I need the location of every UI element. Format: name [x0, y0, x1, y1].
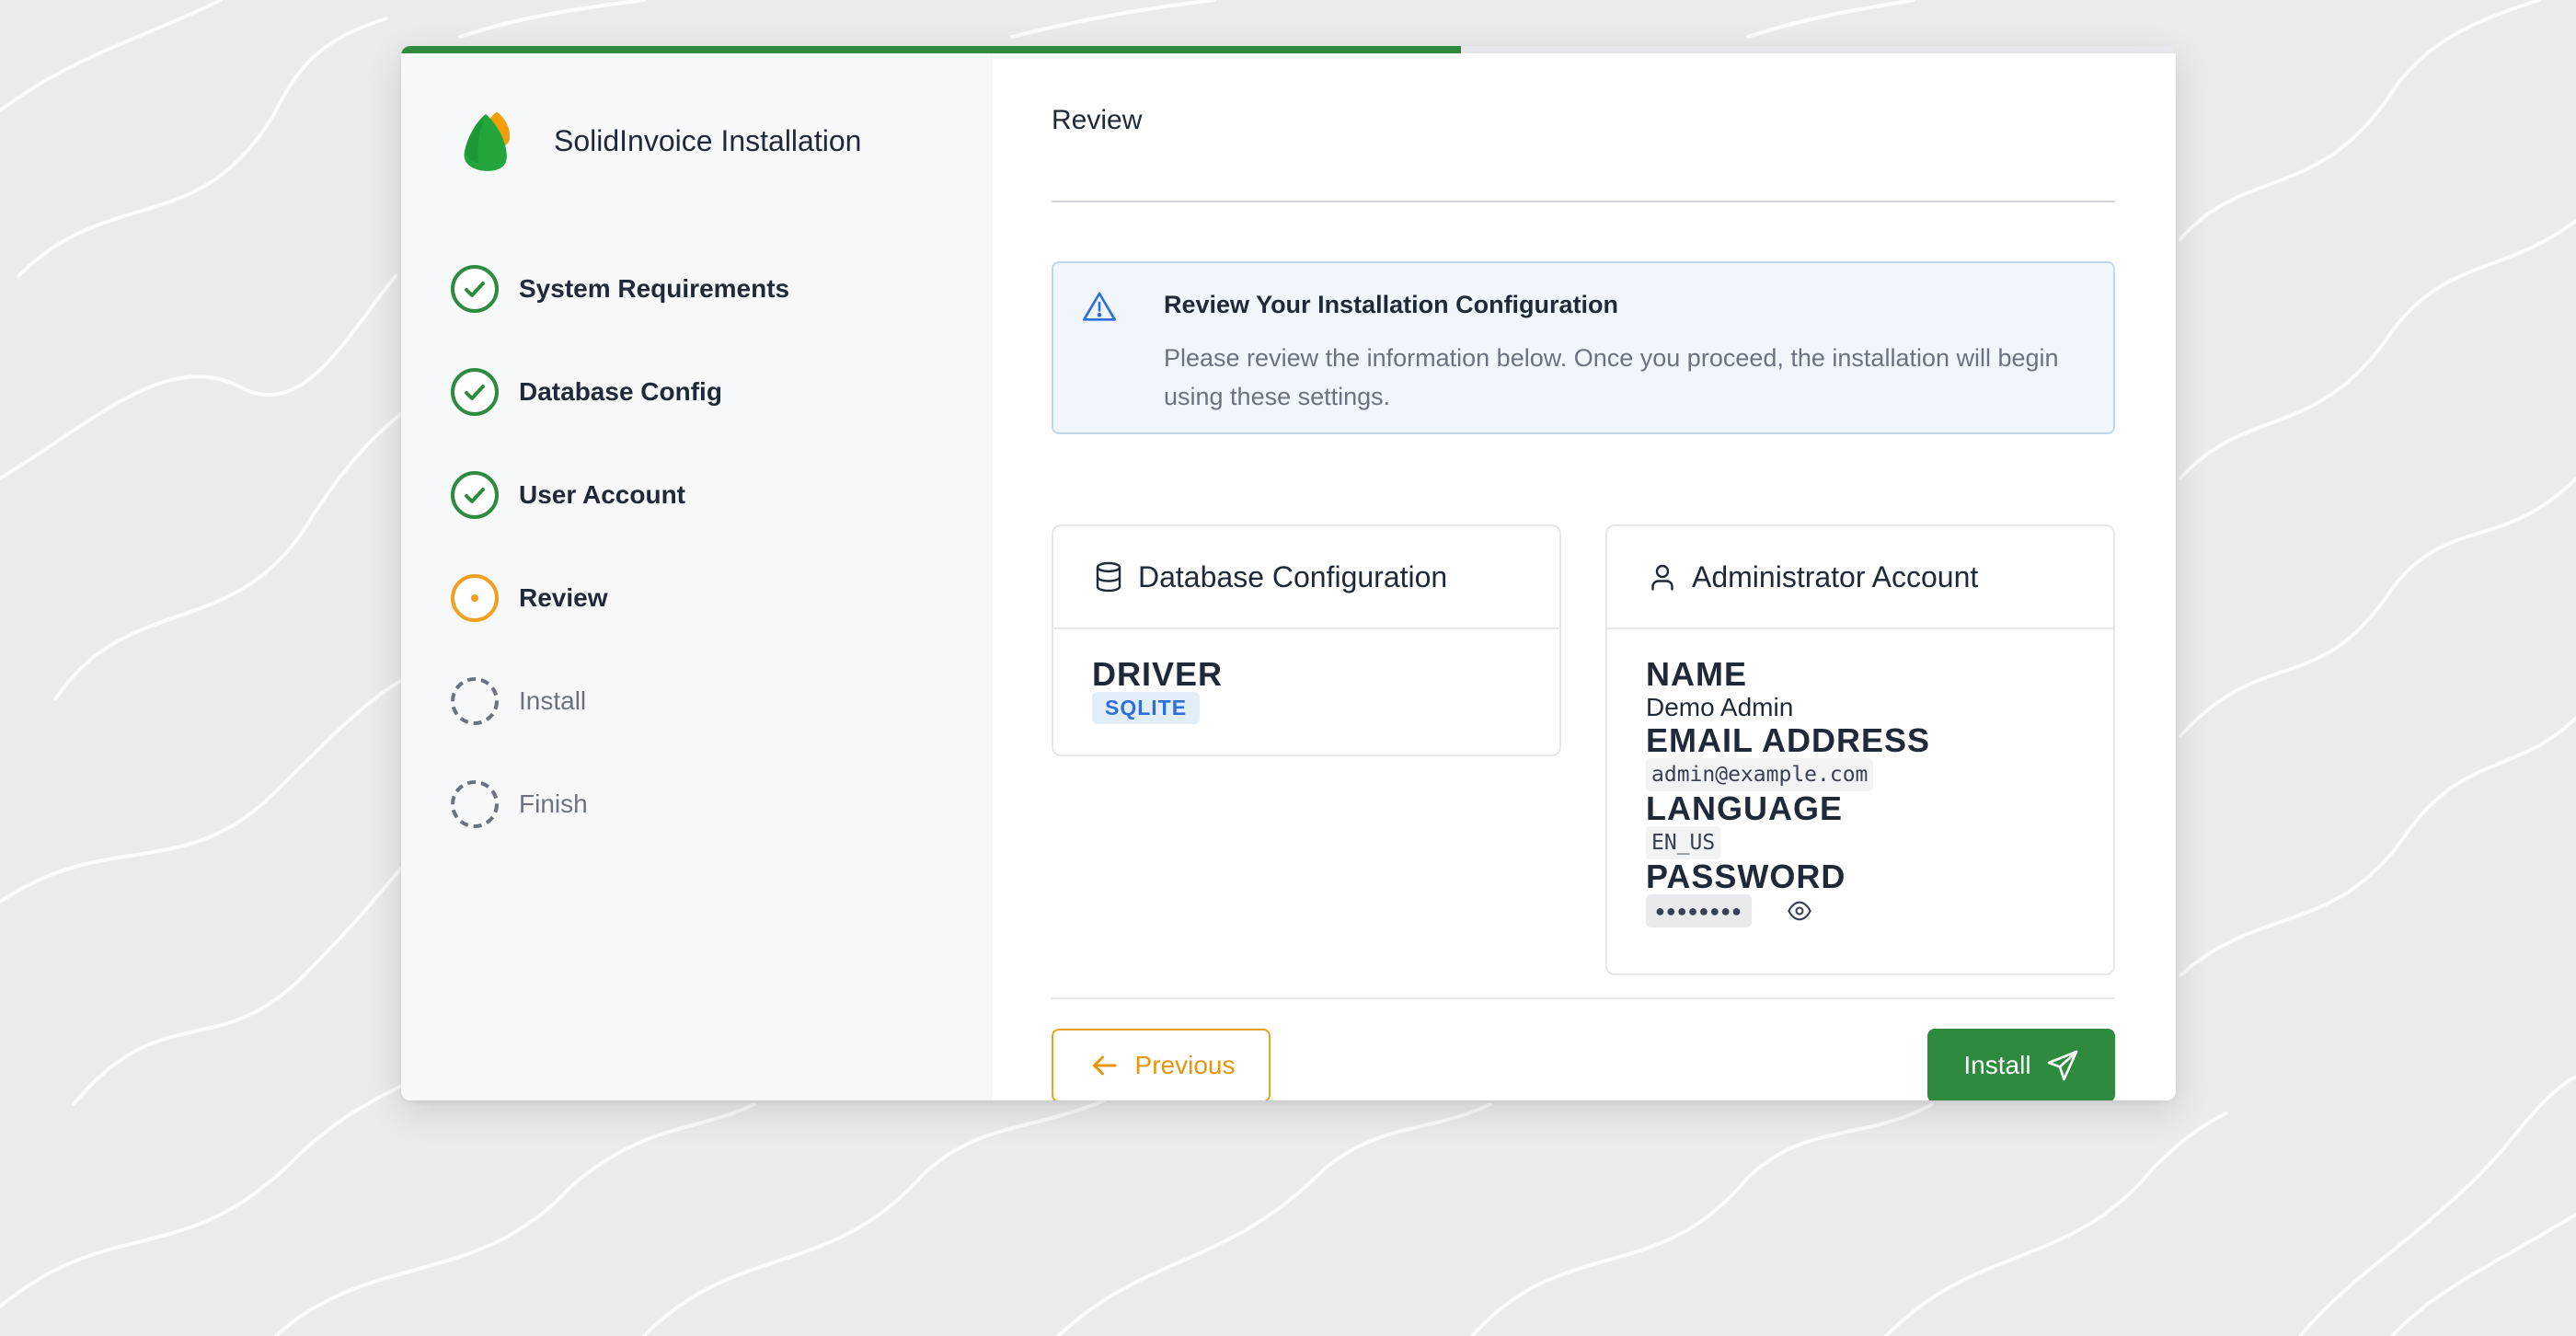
sidebar: SolidInvoice Installation System Require…: [401, 53, 993, 1100]
name-label: NAME: [1646, 655, 1747, 693]
password-value: ●●●●●●●●: [1646, 894, 1752, 927]
panel-body: NAME Demo Admin EMAIL ADDRESS admin@exam…: [1607, 629, 2113, 955]
installer-card: SolidInvoice Installation System Require…: [401, 46, 2176, 1100]
panel-title: Database Configuration: [1138, 559, 1448, 593]
send-icon: [2047, 1050, 2077, 1081]
dashed-circle-icon: [451, 677, 499, 725]
step-finish: Finish: [449, 778, 789, 830]
page-title: Review: [1052, 105, 1143, 135]
step-label: Finish: [519, 789, 588, 818]
alert-body: Please review the information below. Onc…: [1164, 344, 2059, 410]
user-icon: [1651, 564, 1673, 591]
step-label: User Account: [519, 480, 686, 509]
step-list: System Requirements Database Config User A…: [449, 263, 789, 881]
password-label: PASSWORD: [1646, 858, 1846, 895]
panel-title: Administrator Account: [1692, 559, 1979, 593]
step-label: Review: [519, 583, 608, 612]
name-value: Demo Admin: [1646, 693, 1794, 721]
panel-header: Administrator Account: [1607, 526, 2113, 629]
database-icon: [1096, 561, 1121, 593]
warning-triangle-icon: [1083, 292, 1116, 321]
show-password-button[interactable]: [1783, 894, 1816, 927]
check-circle-icon: [451, 471, 499, 519]
progress-fill: [401, 46, 1461, 53]
language-value: EN_US: [1646, 826, 1721, 859]
step-user-account: User Account: [449, 469, 789, 521]
review-alert: Review Your Installation Configuration P…: [1052, 261, 2115, 434]
install-label: Install: [1963, 1051, 2031, 1079]
database-configuration-panel: Database Configuration DRIVER SQLITE: [1052, 524, 1561, 756]
step-label: Database Config: [519, 377, 722, 406]
solidinvoice-logo-icon: [464, 111, 511, 171]
email-value: admin@example.com: [1646, 758, 1874, 791]
email-label: EMAIL ADDRESS: [1646, 721, 1931, 759]
dashed-circle-icon: [451, 780, 499, 828]
step-review: Review: [449, 572, 789, 624]
previous-button[interactable]: Previous: [1052, 1029, 1271, 1100]
step-label: System Requirements: [519, 274, 790, 303]
check-circle-icon: [451, 368, 499, 416]
main-content: Review Review Your Installation Configur…: [1052, 53, 2115, 1100]
brand: SolidInvoice Installation: [460, 109, 861, 173]
administrator-account-panel: Administrator Account NAME Demo Admin EM…: [1605, 524, 2115, 975]
previous-label: Previous: [1134, 1051, 1236, 1079]
app-title: SolidInvoice Installation: [554, 123, 862, 157]
dot-circle-icon: [451, 574, 499, 622]
step-database-config: Database Config: [449, 366, 789, 418]
driver-value-badge: SQLITE: [1092, 692, 1201, 724]
check-circle-icon: [451, 265, 499, 313]
panel-body: DRIVER SQLITE: [1053, 629, 1559, 752]
step-label: Install: [519, 686, 587, 715]
alert-title: Review Your Installation Configuration: [1164, 291, 1619, 318]
step-install: Install: [449, 675, 789, 727]
driver-label: DRIVER: [1092, 655, 1224, 693]
title-divider: [1052, 201, 2115, 202]
installation-progress-bar: [401, 46, 2176, 53]
arrow-left-icon: [1092, 1055, 1117, 1076]
language-label: LANGUAGE: [1646, 789, 1843, 827]
footer-divider: [1052, 997, 2115, 999]
step-system-requirements: System Requirements: [449, 263, 789, 315]
install-button[interactable]: Install: [1927, 1029, 2115, 1100]
password-row: ●●●●●●●●: [1646, 894, 2075, 927]
panel-header: Database Configuration: [1053, 526, 1559, 629]
eye-icon: [1788, 901, 1811, 921]
